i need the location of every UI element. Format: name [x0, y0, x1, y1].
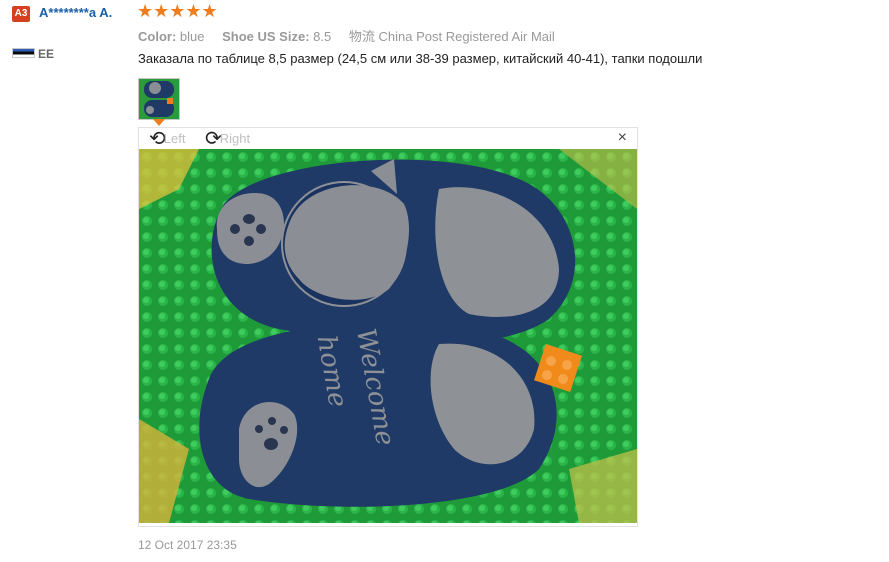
attr-size-value: 8.5	[313, 29, 332, 44]
order-attributes: Color: blue Shoe US Size: 8.5 物流 China P…	[138, 26, 569, 45]
rotate-right-label: Right	[219, 131, 251, 146]
bottom-slipper: Welcome home	[199, 322, 557, 507]
shipping-method: China Post Registered Air Mail	[378, 29, 555, 44]
attr-color-value: blue	[179, 29, 205, 44]
photo-viewer: ⟲ Left ⟳ Right × Welcome home	[138, 127, 638, 527]
thumbnail-selected-indicator	[153, 119, 165, 126]
viewer-toolbar: ⟲ Left ⟳ Right ×	[139, 128, 637, 149]
buyer-country: EE	[38, 47, 55, 61]
close-icon[interactable]: ×	[618, 130, 627, 146]
rotate-right-button[interactable]: ⟳ Right	[205, 128, 250, 149]
review-date: 12 Oct 2017 23:35	[138, 538, 237, 552]
review-text: Заказала по таблице 8,5 размер (24,5 см …	[138, 51, 703, 66]
top-slipper	[211, 159, 576, 345]
rotate-left-button[interactable]: ⟲ Left	[149, 128, 185, 149]
shipping-label: 物流	[348, 29, 375, 44]
rotate-left-label: Left	[163, 131, 186, 146]
review-photo-thumbnail[interactable]	[138, 78, 180, 120]
buyer-name[interactable]: A********a A.	[39, 4, 131, 22]
star-rating: ★★★★★	[137, 1, 218, 21]
attr-size-label: Shoe US Size:	[222, 29, 310, 44]
attr-color-label: Color:	[138, 29, 177, 44]
review-photo: Welcome home	[139, 149, 637, 523]
buyer-level-badge: A3	[12, 6, 30, 22]
estonia-flag-icon	[12, 48, 35, 58]
slippers-photo-illustration: Welcome home	[139, 149, 637, 523]
thumbnail-image	[139, 79, 179, 119]
